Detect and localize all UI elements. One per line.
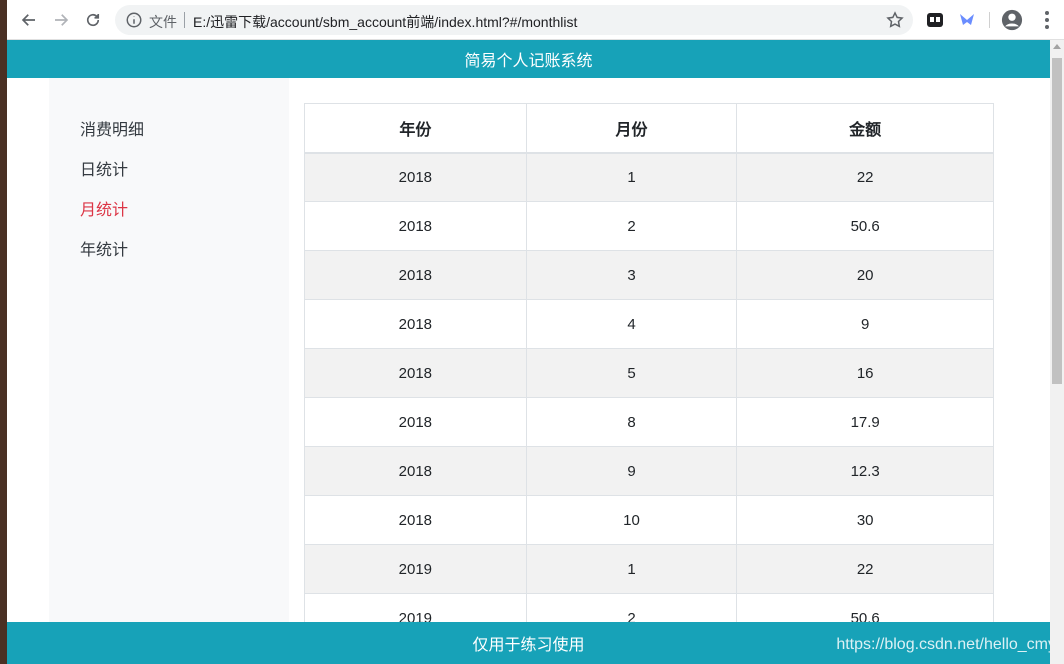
monthly-stats-table: 年份 月份 金额 2018 1 22 2018 2 50.6 2018 3 20 2018 4… [304, 103, 994, 643]
cell-amount: 12.3 [736, 446, 994, 496]
cell-month: 1 [525, 152, 738, 202]
table-row: 2018 4 9 [304, 299, 994, 349]
footer-text: 仅用于练习使用 [472, 637, 585, 654]
extension-icon[interactable] [925, 10, 945, 30]
cell-amount: 20 [736, 250, 994, 300]
sidebar-item-daily-stats[interactable]: 日统计 [80, 156, 128, 180]
cell-month: 4 [525, 299, 738, 349]
cell-amount: 17.9 [736, 397, 994, 447]
page-title: 简易个人记账系统 [464, 53, 593, 70]
cell-month: 8 [525, 397, 738, 447]
cell-amount: 9 [736, 299, 994, 349]
monthly-stats-table-container: 年份 月份 金额 2018 1 22 2018 2 50.6 2018 3 20 2018 4… [304, 103, 994, 643]
table-row: 2018 2 50.6 [304, 201, 994, 251]
cell-amount: 30 [736, 495, 994, 545]
sidebar-item-expense-detail[interactable]: 消费明细 [80, 116, 144, 140]
cell-month: 10 [525, 495, 738, 545]
address-separator [184, 12, 185, 28]
cell-year: 2018 [304, 201, 527, 251]
arrow-left-icon [21, 14, 35, 26]
table-row: 2019 1 22 [304, 544, 994, 594]
browser-window: 文件 E:/迅雷下载/account/sbm_account前端/index.h… [7, 0, 1064, 664]
extension-bird-icon[interactable] [957, 10, 977, 30]
cell-year: 2018 [304, 299, 527, 349]
cell-amount: 16 [736, 348, 994, 398]
vertical-scrollbar[interactable] [1050, 40, 1064, 664]
forward-button[interactable] [47, 6, 75, 34]
table-row: 2018 9 12.3 [304, 446, 994, 496]
address-bar[interactable]: 文件 E:/迅雷下载/account/sbm_account前端/index.h… [115, 5, 913, 35]
info-icon[interactable] [125, 11, 143, 29]
cell-amount: 22 [736, 544, 994, 594]
bookmark-star-icon[interactable] [885, 10, 905, 30]
cell-month: 2 [525, 201, 738, 251]
table-row: 2018 8 17.9 [304, 397, 994, 447]
page-viewport: 简易个人记账系统 消费明细 日统计 月统计 年统计 年份 月份 金额 2018 1… [7, 40, 1050, 664]
cell-year: 2018 [304, 152, 527, 202]
toolbar-separator [989, 12, 990, 28]
cell-year: 2019 [304, 544, 527, 594]
table-header-row: 年份 月份 金额 [304, 103, 994, 154]
cell-month: 1 [525, 544, 738, 594]
sidebar-item-monthly-stats[interactable]: 月统计 [80, 196, 128, 220]
cell-month: 5 [525, 348, 738, 398]
cell-year: 2018 [304, 397, 527, 447]
scheme-label: 文件 [149, 14, 177, 30]
sidebar: 消费明细 日统计 月统计 年统计 [49, 78, 289, 664]
desktop-edge [0, 0, 7, 664]
back-button[interactable] [15, 6, 43, 34]
cell-month: 3 [525, 250, 738, 300]
table-row: 2018 3 20 [304, 250, 994, 300]
arrow-right-icon [55, 14, 69, 26]
cell-year: 2018 [304, 250, 527, 300]
cell-amount: 22 [736, 152, 994, 202]
cell-year: 2018 [304, 495, 527, 545]
browser-menu-button[interactable] [1037, 9, 1057, 31]
reload-button[interactable] [79, 6, 107, 34]
scroll-up-arrow-icon[interactable] [1053, 44, 1061, 49]
url-text[interactable]: E:/迅雷下载/account/sbm_account前端/index.html… [193, 12, 577, 32]
table-row: 2018 5 16 [304, 348, 994, 398]
table-row: 2018 1 22 [304, 152, 994, 202]
cell-year: 2018 [304, 446, 527, 496]
cell-amount: 50.6 [736, 201, 994, 251]
page-header: 简易个人记账系统 [7, 40, 1050, 78]
table-row: 2018 10 30 [304, 495, 994, 545]
browser-toolbar: 文件 E:/迅雷下载/account/sbm_account前端/index.h… [7, 0, 1064, 40]
profile-avatar-icon[interactable] [1001, 9, 1023, 31]
column-header-month: 月份 [525, 103, 738, 154]
scrollbar-thumb[interactable] [1052, 58, 1062, 384]
cell-year: 2018 [304, 348, 527, 398]
sidebar-item-yearly-stats[interactable]: 年统计 [80, 236, 128, 260]
reload-icon [86, 13, 100, 27]
column-header-year: 年份 [304, 103, 527, 154]
watermark-text: https://blog.csdn.net/hello_cmy [836, 636, 1050, 653]
column-header-amount: 金额 [736, 103, 994, 154]
cell-month: 9 [525, 446, 738, 496]
